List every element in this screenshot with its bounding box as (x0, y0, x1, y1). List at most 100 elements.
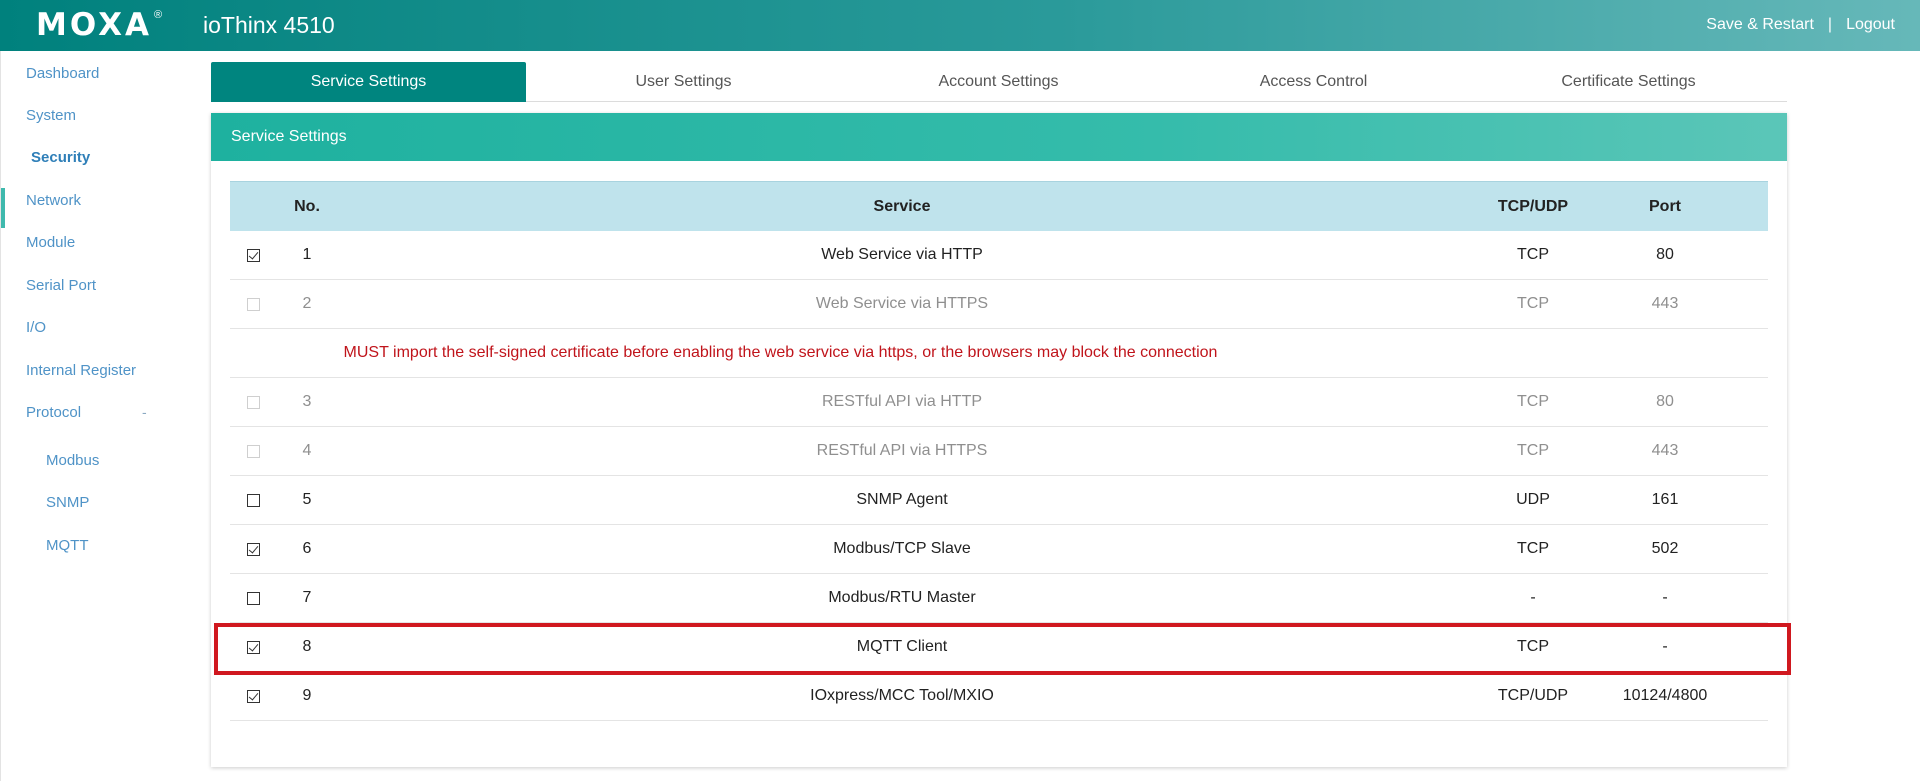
service-name: RESTful API via HTTPS (816, 442, 988, 459)
service-port: - (1662, 638, 1668, 655)
column-header-protocol: TCP/UDP (1497, 197, 1569, 215)
row-number: 8 (302, 638, 312, 655)
sidebar-item-protocol[interactable]: Protocol (26, 404, 81, 421)
column-header-service: Service (873, 197, 931, 215)
service-name: Web Service via HTTPS (815, 295, 989, 312)
sidebar-subitem-mqtt[interactable]: MQTT (46, 537, 89, 554)
sidebar-item-internal-register[interactable]: Internal Register (26, 362, 136, 379)
service-settings-panel: Service Settings No. Service TCP/UDP Por… (211, 113, 1787, 767)
moxa-logo: MOXA ® (36, 7, 163, 43)
row-number: 9 (302, 687, 312, 704)
collapse-icon[interactable]: - (142, 404, 147, 420)
service-name: Web Service via HTTP (821, 246, 983, 263)
table-row: 2 Web Service via HTTPS TCP 443 (230, 280, 1768, 329)
checkbox-cell (230, 378, 277, 426)
top-bar: MOXA ® ioThinx 4510 Save & Restart | Log… (0, 0, 1920, 51)
sidebar-item-serial-port[interactable]: Serial Port (26, 277, 96, 294)
tab-access-control[interactable]: Access Control (1156, 62, 1471, 102)
service-protocol: TCP (1517, 442, 1549, 459)
row-number: 5 (302, 491, 312, 508)
column-header-no: No. (294, 197, 320, 215)
action-separator: | (1827, 16, 1833, 33)
row-number: 2 (302, 295, 312, 312)
registered-mark: ® (154, 9, 163, 21)
checkbox-cell (230, 476, 277, 524)
service-port: 443 (1651, 442, 1679, 459)
sidebar-item-module[interactable]: Module (26, 234, 75, 251)
service-checkbox[interactable] (247, 493, 260, 507)
service-protocol: TCP (1517, 638, 1549, 655)
warning-row: MUST import the self-signed certificate … (230, 329, 1768, 378)
sidebar-item-system[interactable]: System (26, 107, 76, 124)
sidebar-subitem-modbus[interactable]: Modbus (46, 452, 99, 469)
service-protocol: - (1530, 589, 1536, 606)
service-port: 10124/4800 (1622, 687, 1708, 704)
logo-text: MOXA (36, 7, 152, 43)
service-protocol: TCP (1517, 246, 1549, 263)
service-name: SNMP Agent (856, 491, 948, 508)
save-restart-button[interactable]: Save & Restart (1706, 16, 1814, 34)
table-body: 1 Web Service via HTTP TCP 80 2 Web Service v… (230, 231, 1768, 721)
checkbox-cell (230, 623, 277, 671)
sidebar-item-network[interactable]: Network (26, 192, 81, 209)
service-port: 161 (1651, 491, 1679, 508)
row-number: 1 (302, 246, 312, 263)
table-row: 8 MQTT Client TCP - (230, 623, 1768, 672)
service-checkbox[interactable] (247, 689, 260, 703)
https-warning-text: MUST import the self-signed certificate … (343, 344, 1218, 361)
tab-service-settings[interactable]: Service Settings (211, 62, 526, 102)
service-protocol: UDP (1516, 491, 1550, 508)
service-protocol: TCP (1517, 540, 1549, 557)
logout-button[interactable]: Logout (1846, 16, 1895, 34)
service-checkbox[interactable] (247, 640, 260, 654)
column-header-port: Port (1649, 197, 1681, 215)
top-actions: Save & Restart | Logout (1706, 16, 1895, 34)
sidebar-subitem-snmp[interactable]: SNMP (46, 494, 89, 511)
table-row: 3 RESTful API via HTTP TCP 80 (230, 378, 1768, 427)
checkbox-cell (230, 574, 277, 622)
row-number: 7 (302, 589, 312, 606)
service-checkbox (247, 444, 260, 458)
row-number: 6 (302, 540, 312, 557)
header-checkbox-column (230, 182, 277, 231)
service-protocol: TCP/UDP (1497, 687, 1569, 704)
service-name: Modbus/TCP Slave (833, 540, 971, 557)
table-row: 1 Web Service via HTTP TCP 80 (230, 231, 1768, 280)
table-row: 6 Modbus/TCP Slave TCP 502 (230, 525, 1768, 574)
sidebar-item-dashboard[interactable]: Dashboard (26, 65, 99, 82)
row-number: 4 (302, 442, 312, 459)
service-checkbox (247, 395, 260, 409)
checkbox-cell (230, 280, 277, 328)
service-name: Modbus/RTU Master (828, 589, 976, 606)
service-port: 80 (1656, 246, 1674, 263)
service-port: 502 (1651, 540, 1679, 557)
settings-tabs: Service Settings User Settings Account S… (211, 62, 1787, 102)
sidebar-item-security[interactable]: Security (31, 149, 90, 166)
service-checkbox (247, 297, 260, 311)
panel-title: Service Settings (211, 113, 1787, 161)
table-row: 9 IOxpress/MCC Tool/MXIO TCP/UDP 10124/4800 (230, 672, 1768, 721)
active-indicator (1, 188, 5, 228)
service-name: RESTful API via HTTP (821, 393, 983, 410)
service-protocol: TCP (1517, 295, 1549, 312)
table-row: 4 RESTful API via HTTPS TCP 443 (230, 427, 1768, 476)
table-row: 7 Modbus/RTU Master - - (230, 574, 1768, 623)
tab-user-settings[interactable]: User Settings (526, 62, 841, 102)
table-row: 5 SNMP Agent UDP 161 (230, 476, 1768, 525)
tab-certificate-settings[interactable]: Certificate Settings (1471, 62, 1786, 102)
checkbox-cell (230, 525, 277, 573)
service-port: 443 (1651, 295, 1679, 312)
service-port: - (1662, 589, 1668, 606)
checkbox-cell (230, 427, 277, 475)
checkbox-cell (230, 672, 277, 720)
product-title: ioThinx 4510 (203, 12, 335, 38)
tab-account-settings[interactable]: Account Settings (841, 62, 1156, 102)
service-name: MQTT Client (856, 638, 948, 655)
service-table: No. Service TCP/UDP Port 1 Web Service vi… (230, 181, 1768, 721)
service-protocol: TCP (1517, 393, 1549, 410)
service-checkbox[interactable] (247, 591, 260, 605)
service-checkbox[interactable] (247, 248, 260, 262)
service-checkbox[interactable] (247, 542, 260, 556)
sidebar-item-io[interactable]: I/O (26, 319, 46, 336)
row-number: 3 (302, 393, 312, 410)
